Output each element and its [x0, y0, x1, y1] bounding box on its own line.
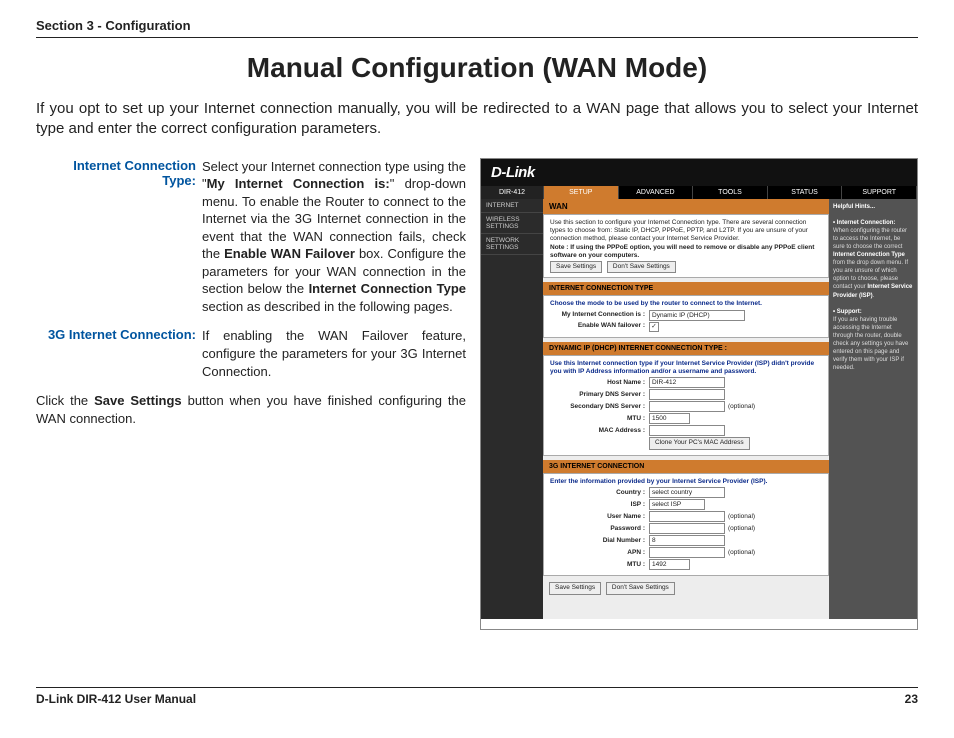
product-badge: DIR-412 [481, 186, 544, 199]
primary-dns-input[interactable] [649, 389, 725, 400]
side-nav: INTERNET WIRELESS SETTINGS NETWORK SETTI… [481, 199, 543, 619]
tab-advanced[interactable]: ADVANCED [619, 186, 694, 199]
page-title: Manual Configuration (WAN Mode) [36, 52, 918, 84]
tab-tools[interactable]: TOOLS [693, 186, 768, 199]
wan-desc-box: Use this section to configure your Inter… [543, 214, 829, 279]
top-tabs: DIR-412 SETUP ADVANCED TOOLS STATUS SUPP… [481, 186, 917, 199]
mtu-input[interactable]: 1500 [649, 413, 690, 424]
dhcp-title: DYNAMIC IP (DHCP) INTERNET CONNECTION TY… [543, 342, 829, 355]
tab-support[interactable]: SUPPORT [842, 186, 917, 199]
clone-mac-button[interactable]: Clone Your PC's MAC Address [649, 437, 750, 449]
main-panel: WAN Use this section to configure your I… [543, 199, 829, 619]
intro-text: If you opt to set up your Internet conne… [36, 99, 918, 140]
ict-title: INTERNET CONNECTION TYPE [543, 282, 829, 295]
dhcp-box: Use this Internet connection type if you… [543, 355, 829, 456]
descriptions-column: Internet Connection Type: Select your In… [36, 158, 466, 630]
secondary-dns-input[interactable] [649, 401, 725, 412]
sidebar-network[interactable]: NETWORK SETTINGS [481, 234, 543, 255]
hints-panel: Helpful Hints... • Internet Connection: … [829, 199, 917, 619]
save-button-bottom[interactable]: Save Settings [549, 582, 601, 594]
3g-dial-input[interactable]: 8 [649, 535, 725, 546]
sidebar-internet[interactable]: INTERNET [481, 199, 543, 213]
connection-type-select[interactable]: Dynamic IP (DHCP) [649, 310, 745, 321]
footer-left: D-Link DIR-412 User Manual [36, 692, 196, 706]
3g-apn-input[interactable] [649, 547, 725, 558]
3g-title: 3G INTERNET CONNECTION [543, 460, 829, 473]
def-text-ict: Select your Internet connection type usi… [202, 158, 466, 316]
save-button[interactable]: Save Settings [550, 261, 602, 273]
wan-title: WAN [543, 199, 829, 214]
router-screenshot: D-Link DIR-412 SETUP ADVANCED TOOLS STAT… [480, 158, 918, 630]
mac-input[interactable] [649, 425, 725, 436]
def-text-3g: If enabling the WAN Failover feature, co… [202, 327, 466, 380]
wan-failover-checkbox[interactable]: ✓ [649, 322, 659, 332]
host-name-input[interactable]: DIR-412 [649, 377, 725, 388]
closing-text: Click the Save Settings button when you … [36, 392, 466, 427]
def-label-ict: Internet Connection Type: [36, 158, 202, 316]
footer-page: 23 [905, 692, 918, 706]
page-footer: D-Link DIR-412 User Manual 23 [36, 687, 918, 706]
tab-status[interactable]: STATUS [768, 186, 843, 199]
country-select[interactable]: select country [649, 487, 725, 498]
3g-mtu-input[interactable]: 1492 [649, 559, 690, 570]
section-header: Section 3 - Configuration [36, 18, 918, 38]
brand-logo: D-Link [481, 159, 917, 186]
dont-save-button-bottom[interactable]: Don't Save Settings [606, 582, 675, 594]
bottom-buttons: Save Settings Don't Save Settings [543, 580, 829, 598]
dont-save-button[interactable]: Don't Save Settings [607, 261, 676, 273]
sidebar-wireless[interactable]: WIRELESS SETTINGS [481, 213, 543, 234]
isp-select[interactable]: select ISP [649, 499, 705, 510]
3g-pass-input[interactable] [649, 523, 725, 534]
tab-setup[interactable]: SETUP [544, 186, 619, 199]
3g-user-input[interactable] [649, 511, 725, 522]
3g-box: Enter the information provided by your I… [543, 473, 829, 576]
ict-box: Choose the mode to be used by the router… [543, 295, 829, 337]
def-label-3g: 3G Internet Connection: [36, 327, 202, 380]
